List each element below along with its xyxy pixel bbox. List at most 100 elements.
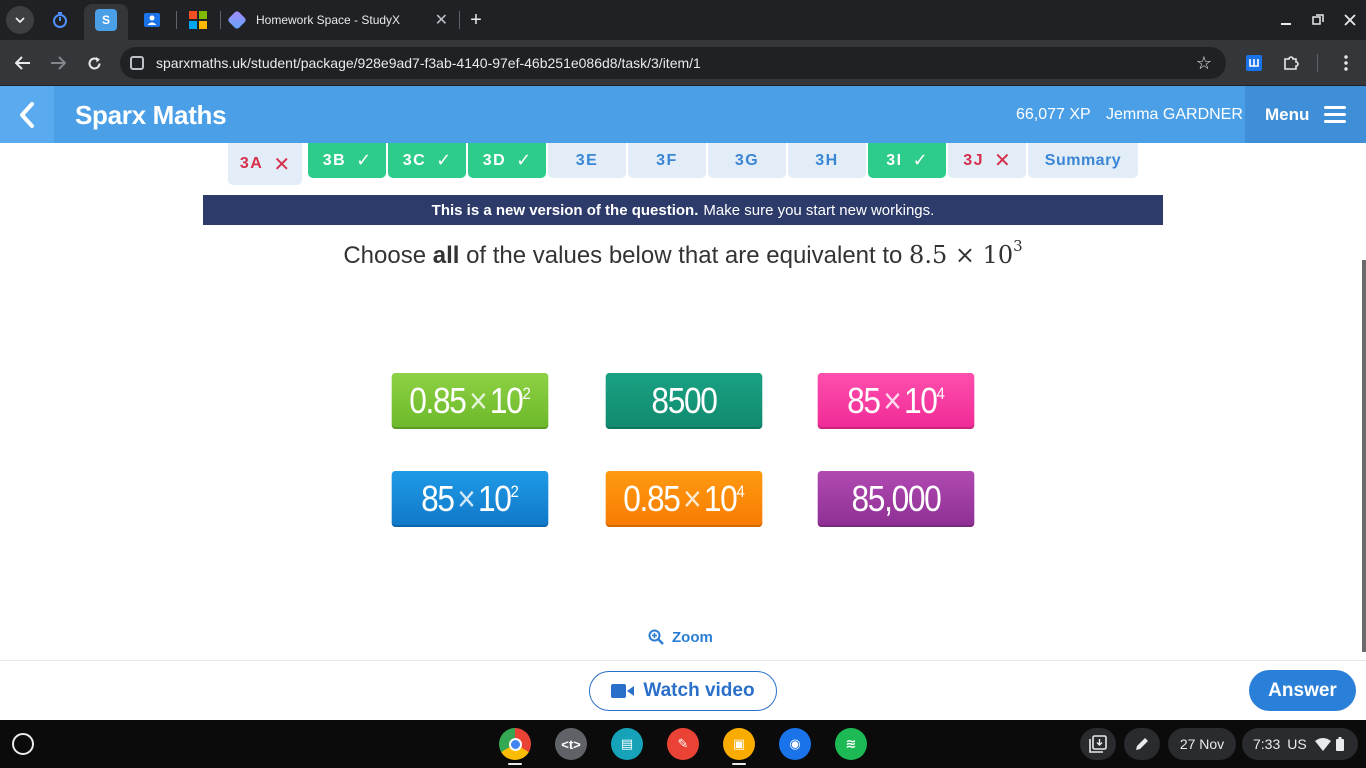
- answer-option-card[interactable]: 0.85 × 10 4: [605, 471, 763, 527]
- browser-tab-studyx[interactable]: Homework Space - StudyX ✕: [227, 6, 460, 34]
- answer-option-card[interactable]: 85 × 10 2: [391, 471, 549, 527]
- terminal-icon: <t>: [561, 736, 581, 752]
- pinned-tab-sparx[interactable]: S: [95, 9, 117, 31]
- answer-option-card[interactable]: 0.85 × 10 2: [391, 373, 549, 429]
- task-tab-label: 3C: [402, 151, 427, 169]
- date-button[interactable]: 27 Nov: [1168, 728, 1236, 760]
- shelf-app-spotify[interactable]: ≋: [835, 728, 867, 760]
- bookmark-star-icon[interactable]: ☆: [1196, 53, 1212, 74]
- zoom-in-icon: [648, 629, 664, 645]
- back-button[interactable]: [0, 86, 54, 143]
- sparx-header: Sparx Maths 66,077 XP Jemma GARDNER Menu: [0, 86, 1366, 143]
- site-info-icon[interactable]: [130, 56, 144, 70]
- extension-button[interactable]: [1242, 51, 1266, 75]
- question-math-exponent: 3: [1013, 237, 1023, 255]
- close-tab-icon[interactable]: ✕: [435, 10, 448, 30]
- task-tab-label: 3G: [734, 151, 760, 169]
- answer-option-card[interactable]: 85 × 10 4: [817, 373, 975, 429]
- pinned-tab-focus-timer[interactable]: [49, 9, 71, 31]
- shelf-app-terminal[interactable]: <t>: [555, 728, 587, 760]
- task-tab-3c[interactable]: 3C ✓: [388, 143, 466, 178]
- status-tray[interactable]: 7:33 US: [1242, 728, 1358, 760]
- task-tab-3b[interactable]: 3B ✓: [308, 143, 386, 178]
- option-base-ten: 10: [477, 478, 512, 519]
- pinned-tab-microsoft[interactable]: [187, 9, 209, 31]
- option-exponent: 4: [736, 482, 745, 501]
- new-version-banner: This is a new version of the question. M…: [203, 195, 1163, 225]
- minimize-button[interactable]: [1272, 6, 1300, 34]
- microsoft-icon: [189, 11, 207, 29]
- studyx-favicon-icon: [227, 10, 247, 30]
- zoom-button[interactable]: Zoom: [648, 626, 713, 648]
- arrow-right-icon: [51, 56, 66, 70]
- screen-capture-button[interactable]: [1080, 728, 1116, 760]
- restore-button[interactable]: [1304, 6, 1332, 34]
- task-tab-summary[interactable]: Summary: [1028, 143, 1138, 178]
- task-tab-label: 3E: [575, 151, 599, 169]
- answer-button[interactable]: Answer: [1249, 670, 1356, 711]
- shelf-app-canvas[interactable]: ✎: [667, 728, 699, 760]
- battery-icon: [1335, 737, 1344, 751]
- brand-title: Sparx Maths: [75, 100, 227, 130]
- pen-icon: [1136, 738, 1148, 750]
- canvas-icon: ✎: [677, 736, 689, 751]
- forward-nav-button[interactable]: [43, 49, 73, 77]
- times-symbol: ×: [469, 380, 487, 421]
- stylus-tools-button[interactable]: [1124, 728, 1160, 760]
- locale-text: US: [1287, 736, 1307, 752]
- chevron-down-icon: [15, 17, 25, 23]
- task-tab-3d[interactable]: 3D ✓: [468, 143, 546, 178]
- page-scrollbar[interactable]: [1362, 260, 1366, 652]
- sparx-favicon-letter: S: [101, 13, 110, 27]
- spotify-icon: ≋: [845, 736, 857, 751]
- browser-menu-button[interactable]: [1334, 51, 1358, 75]
- task-tab-3a[interactable]: 3A ✕: [228, 143, 302, 185]
- new-tab-button[interactable]: +: [462, 6, 490, 34]
- shelf-app-chrome[interactable]: [499, 728, 531, 760]
- task-tab-label: 3J: [963, 151, 985, 169]
- address-bar[interactable]: sparxmaths.uk/student/package/928e9ad7-f…: [120, 47, 1226, 79]
- option-value: 8500: [651, 380, 718, 421]
- answer-option-card[interactable]: 8500: [605, 373, 763, 429]
- running-indicator: [732, 763, 746, 765]
- banner-bold-text: This is a new version of the question.: [431, 201, 699, 219]
- option-mantissa: 0.85: [409, 380, 467, 421]
- shelf-app-classroom[interactable]: ▣: [723, 728, 755, 760]
- back-nav-button[interactable]: [8, 49, 38, 77]
- option-exponent: 4: [936, 384, 945, 403]
- task-tab-3i[interactable]: 3I ✓: [868, 143, 946, 178]
- option-mantissa: 85: [847, 380, 881, 421]
- question-math-base: 8.5 × 10: [909, 241, 1014, 269]
- user-name: Jemma GARDNER: [1106, 106, 1243, 123]
- task-tab-3h[interactable]: 3H: [788, 143, 866, 178]
- shelf-app-camera[interactable]: ◉: [779, 728, 811, 760]
- launcher-button[interactable]: [12, 733, 34, 755]
- toolbar-separator: [1317, 54, 1318, 72]
- extensions-menu-button[interactable]: [1279, 51, 1303, 75]
- running-indicator: [508, 763, 522, 765]
- task-tab-3f[interactable]: 3F: [628, 143, 706, 178]
- chrome-icon: [508, 737, 522, 751]
- menu-button[interactable]: Menu: [1245, 86, 1366, 143]
- hamburger-icon: [1324, 106, 1346, 124]
- times-symbol: ×: [683, 478, 701, 519]
- tab-separator: [459, 11, 460, 29]
- option-exponent: 2: [510, 482, 519, 501]
- watch-video-button[interactable]: Watch video: [589, 671, 777, 711]
- tab-search-button[interactable]: [6, 6, 34, 34]
- puzzle-icon: [1284, 56, 1299, 70]
- screen-capture-icon: [1089, 735, 1107, 753]
- task-tab-3g[interactable]: 3G: [708, 143, 786, 178]
- reload-button[interactable]: [79, 49, 109, 77]
- shelf-app-news[interactable]: ▤: [611, 728, 643, 760]
- pinned-tab-classroom[interactable]: [141, 9, 163, 31]
- arrow-left-icon: [15, 56, 30, 70]
- task-tab-3j[interactable]: 3J ✕: [948, 143, 1026, 178]
- check-icon: ✓: [516, 150, 532, 170]
- answer-option-card[interactable]: 85,000: [817, 471, 975, 527]
- option-base-ten: 10: [903, 380, 938, 421]
- close-window-button[interactable]: [1336, 6, 1364, 34]
- check-icon: ✓: [356, 150, 372, 170]
- task-tab-3e[interactable]: 3E: [548, 143, 626, 178]
- question-suffix: of the values below that are equivalent …: [466, 242, 903, 269]
